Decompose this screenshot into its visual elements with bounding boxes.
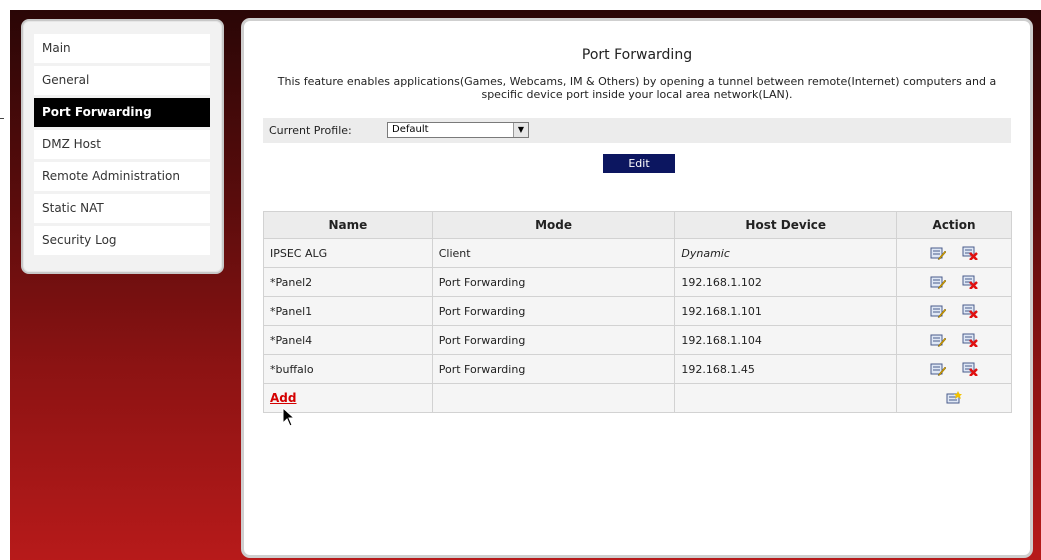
sidebar-item-main[interactable]: Main [34, 34, 210, 63]
cell-host-device: 192.168.1.104 [674, 325, 898, 355]
cell-action [896, 354, 1012, 384]
table-header-row: Name Mode Host Device Action [263, 211, 1012, 239]
cell-mode: Port Forwarding [431, 267, 676, 297]
cell-name: *Panel4 [263, 325, 433, 355]
add-row: Add [263, 383, 1012, 413]
main-panel: Port Forwarding This feature enables app… [241, 18, 1033, 558]
profile-label: Current Profile: [269, 124, 352, 137]
profile-bar: Current Profile: Default ▼ [263, 118, 1011, 143]
cell-action [896, 325, 1012, 355]
delete-icon[interactable] [962, 362, 978, 376]
sidebar-menu: Main General Port Forwarding DMZ Host Re… [34, 34, 210, 258]
cell-mode: Client [431, 238, 676, 268]
cell-mode: Port Forwarding [431, 325, 676, 355]
cell-host-device: 192.168.1.101 [674, 296, 898, 326]
cell-host-device: Dynamic [674, 238, 898, 268]
table-row: IPSEC ALG Client Dynamic [263, 238, 1012, 268]
edit-button[interactable]: Edit [603, 154, 675, 173]
sidebar-item-dmz-host[interactable]: DMZ Host [34, 130, 210, 159]
table-row: *Panel4 Port Forwarding 192.168.1.104 [263, 325, 1012, 355]
column-header-host-device: Host Device [674, 211, 898, 239]
edit-icon[interactable] [930, 275, 946, 289]
add-icon[interactable] [946, 391, 962, 405]
chevron-down-icon[interactable]: ▼ [513, 123, 528, 137]
edit-icon[interactable] [930, 362, 946, 376]
sidebar-item-remote-administration[interactable]: Remote Administration [34, 162, 210, 191]
empty-cell [674, 383, 898, 413]
sidebar-item-security-log[interactable]: Security Log [34, 226, 210, 255]
add-link[interactable]: Add [270, 391, 296, 405]
edit-icon[interactable] [930, 304, 946, 318]
delete-icon[interactable] [962, 275, 978, 289]
empty-cell [431, 383, 676, 413]
page-description: This feature enables applications(Games,… [277, 75, 997, 101]
add-action-cell [896, 383, 1012, 413]
mouse-pointer-icon [282, 407, 296, 427]
sidebar-item-general[interactable]: General [34, 66, 210, 95]
table-row: *buffalo Port Forwarding 192.168.1.45 [263, 354, 1012, 384]
cell-name: *buffalo [263, 354, 433, 384]
table-row: *Panel1 Port Forwarding 192.168.1.101 [263, 296, 1012, 326]
table-row: *Panel2 Port Forwarding 192.168.1.102 [263, 267, 1012, 297]
column-header-action: Action [896, 211, 1012, 239]
cell-action [896, 238, 1012, 268]
column-header-name: Name [263, 211, 433, 239]
cell-action [896, 267, 1012, 297]
sidebar-item-port-forwarding[interactable]: Port Forwarding [34, 98, 210, 127]
cell-name: *Panel2 [263, 267, 433, 297]
sidebar-item-static-nat[interactable]: Static NAT [34, 194, 210, 223]
profile-select[interactable]: Default ▼ [387, 122, 529, 138]
cell-mode: Port Forwarding [431, 296, 676, 326]
cell-host-device: 192.168.1.102 [674, 267, 898, 297]
edit-icon[interactable] [930, 246, 946, 260]
cell-host-device: 192.168.1.45 [674, 354, 898, 384]
edit-icon[interactable] [930, 333, 946, 347]
port-forwarding-table: Name Mode Host Device Action IPSEC ALG Cl… [263, 211, 1012, 413]
delete-icon[interactable] [962, 304, 978, 318]
sidebar: Main General Port Forwarding DMZ Host Re… [21, 19, 224, 274]
page-title: Port Forwarding [581, 47, 693, 63]
delete-icon[interactable] [962, 333, 978, 347]
cell-action [896, 296, 1012, 326]
profile-select-value: Default [392, 124, 429, 135]
cell-name: *Panel1 [263, 296, 433, 326]
edge-tick [0, 118, 4, 119]
delete-icon[interactable] [962, 246, 978, 260]
cell-name: IPSEC ALG [263, 238, 433, 268]
cell-mode: Port Forwarding [431, 354, 676, 384]
column-header-mode: Mode [431, 211, 676, 239]
